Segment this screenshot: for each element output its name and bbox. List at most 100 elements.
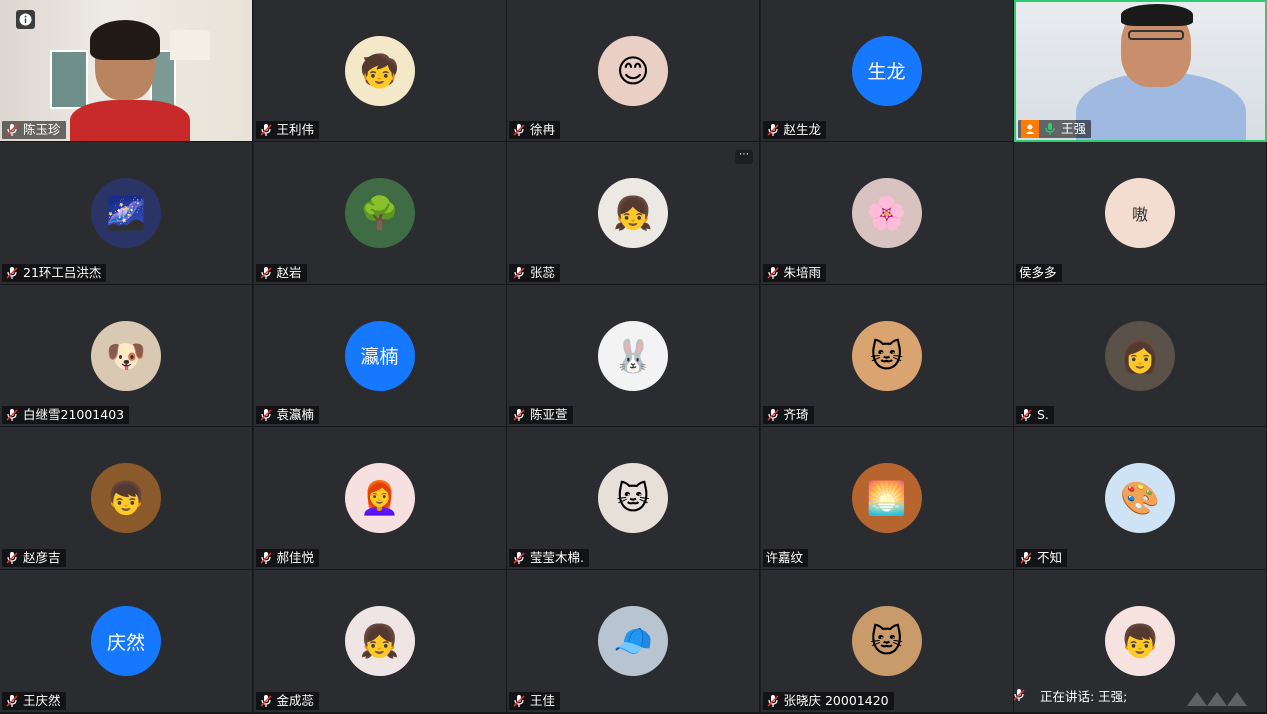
mic-muted-icon xyxy=(1013,689,1025,701)
participant-name: 王利伟 xyxy=(276,122,315,137)
mic-muted-icon xyxy=(259,266,273,280)
participant-name-tag: S. xyxy=(1016,406,1054,424)
participant-tile[interactable]: 👧 ⋯ 张蕊 xyxy=(507,142,760,285)
participant-name-tag: 21环工吕洪杰 xyxy=(2,264,107,282)
mic-muted-icon xyxy=(766,408,780,422)
avatar: 🐰 xyxy=(598,320,668,391)
participant-name-tag: 陈玉珍 xyxy=(2,121,66,139)
participant-name-tag: 陈亚萱 xyxy=(509,406,573,424)
info-icon[interactable] xyxy=(16,10,35,29)
participant-name: 莹莹木棉. xyxy=(530,550,584,565)
mic-muted-icon xyxy=(5,694,19,708)
participant-name-tag: 王利伟 xyxy=(255,121,320,139)
avatar: 👩‍🦰 xyxy=(344,463,415,533)
participant-name-tag: 王佳 xyxy=(509,692,561,710)
participant-grid: 陈玉珍 🧒 王利伟 😊 徐冉 生龙 赵生龙 王强 🌌 21环工吕洪杰 🌳 赵岩 👧 ⋯ 张蕊 🌸 朱培雨嗷侯多多… xyxy=(0,0,1267,714)
participant-tile[interactable]: 🎨 不知 xyxy=(1014,427,1267,570)
mic-muted-icon xyxy=(766,266,780,280)
avatar: 🌅 xyxy=(851,463,922,533)
mic-muted-icon xyxy=(259,408,273,422)
avatar: 🌸 xyxy=(851,178,922,248)
participant-name-tag: 徐冉 xyxy=(509,121,561,139)
mic-muted-icon xyxy=(5,408,19,422)
participant-tile[interactable]: 🌸 朱培雨 xyxy=(760,142,1014,285)
participant-name: 许嘉纹 xyxy=(765,550,804,565)
mic-muted-icon xyxy=(512,266,526,280)
participant-tile[interactable]: 🌅 许嘉纹 xyxy=(760,427,1014,570)
watermark-logo xyxy=(1187,692,1247,706)
mic-on-icon xyxy=(1043,122,1057,136)
participant-name: S. xyxy=(1037,407,1049,422)
participant-tile[interactable]: 🐱 莹莹木棉. xyxy=(507,427,760,570)
avatar-initials: 生龙 xyxy=(851,35,922,106)
participant-name-tag: 侯多多 xyxy=(1016,264,1062,282)
avatar: 👧 xyxy=(598,178,668,248)
participant-name: 陈玉珍 xyxy=(23,122,61,137)
participant-tile[interactable]: 🐶 白继雪21001403 xyxy=(0,285,253,427)
avatar: 🌌 xyxy=(91,178,161,248)
mic-muted-icon xyxy=(259,694,273,708)
more-options-icon[interactable]: ⋯ xyxy=(735,150,753,164)
participant-tile[interactable]: 瀛楠袁瀛楠 xyxy=(253,285,507,427)
participant-name-tag: 白继雪21001403 xyxy=(2,406,130,424)
participant-tile[interactable]: 王强 xyxy=(1014,0,1267,142)
participant-tile[interactable]: 👩 S. xyxy=(1014,285,1267,427)
avatar: 🧒 xyxy=(344,35,415,106)
participant-tile[interactable]: 😊 徐冉 xyxy=(507,0,760,142)
avatar: 😊 xyxy=(598,35,668,106)
participant-tile[interactable]: 🐱 张晓庆 20001420 xyxy=(760,570,1014,713)
participant-name-tag: 赵生龙 xyxy=(762,121,827,139)
avatar: 🌳 xyxy=(344,178,415,248)
video-feed xyxy=(0,0,252,141)
mic-muted-icon xyxy=(766,123,780,137)
participant-name: 侯多多 xyxy=(1019,265,1057,280)
participant-tile[interactable]: 🌌 21环工吕洪杰 xyxy=(0,142,253,285)
mic-muted-icon xyxy=(1019,551,1033,565)
participant-tile[interactable]: 生龙赵生龙 xyxy=(760,0,1014,142)
participant-tile[interactable]: 🐱 齐琦 xyxy=(760,285,1014,427)
participant-name: 袁瀛楠 xyxy=(276,407,315,422)
participant-name-tag: 郝佳悦 xyxy=(255,549,320,567)
participant-tile[interactable]: 🧒 王利伟 xyxy=(253,0,507,142)
participant-tile[interactable]: 👧 金成蕊 xyxy=(253,570,507,713)
participant-name-tag: 金成蕊 xyxy=(255,692,320,710)
participant-tile[interactable]: 🐰 陈亚萱 xyxy=(507,285,760,427)
participant-name-tag: 不知 xyxy=(1016,549,1068,567)
participant-name-tag: 莹莹木棉. xyxy=(509,549,589,567)
participant-name: 陈亚萱 xyxy=(530,407,568,422)
participant-tile[interactable]: 🧢 王佳 xyxy=(507,570,760,713)
mic-muted-icon xyxy=(512,694,526,708)
avatar: 嗷 xyxy=(1105,178,1175,248)
participant-tile[interactable]: 👩‍🦰 郝佳悦 xyxy=(253,427,507,570)
participant-name: 白继雪21001403 xyxy=(23,407,125,422)
speaking-label: 正在讲话: 王强; xyxy=(1040,688,1128,704)
mic-muted-icon xyxy=(512,123,526,137)
participant-name: 21环工吕洪杰 xyxy=(23,265,102,280)
participant-name-tag: 赵岩 xyxy=(255,264,307,282)
participant-name: 金成蕊 xyxy=(276,693,315,708)
participant-tile[interactable]: 🌳 赵岩 xyxy=(253,142,507,285)
mic-muted-icon xyxy=(259,123,273,137)
participant-name: 不知 xyxy=(1037,550,1063,565)
avatar: 👧 xyxy=(344,606,415,676)
participant-name-tag: 王庆然 xyxy=(2,692,66,710)
avatar: 👩 xyxy=(1105,320,1175,391)
participant-tile[interactable]: 庆然 王庆然 xyxy=(0,570,253,713)
participant-name: 赵岩 xyxy=(276,265,302,280)
participant-name: 朱培雨 xyxy=(783,265,822,280)
participant-name-tag: 许嘉纹 xyxy=(762,549,809,567)
host-icon xyxy=(1021,120,1039,138)
participant-name: 王庆然 xyxy=(23,693,61,708)
participant-tile[interactable]: 陈玉珍 xyxy=(0,0,253,142)
mic-muted-icon xyxy=(259,551,273,565)
avatar: 🐱 xyxy=(851,606,922,676)
participant-name: 齐琦 xyxy=(783,407,809,422)
participant-tile[interactable]: 嗷侯多多 xyxy=(1014,142,1267,285)
participant-name: 张晓庆 20001420 xyxy=(783,693,889,708)
participant-name-tag: 王强 xyxy=(1018,120,1092,138)
participant-name: 张蕊 xyxy=(530,265,556,280)
avatar-initials: 瀛楠 xyxy=(344,320,415,391)
avatar: 👦 xyxy=(1105,606,1175,676)
participant-tile[interactable]: 👦 赵彦吉 xyxy=(0,427,253,570)
mic-muted-icon xyxy=(5,551,19,565)
